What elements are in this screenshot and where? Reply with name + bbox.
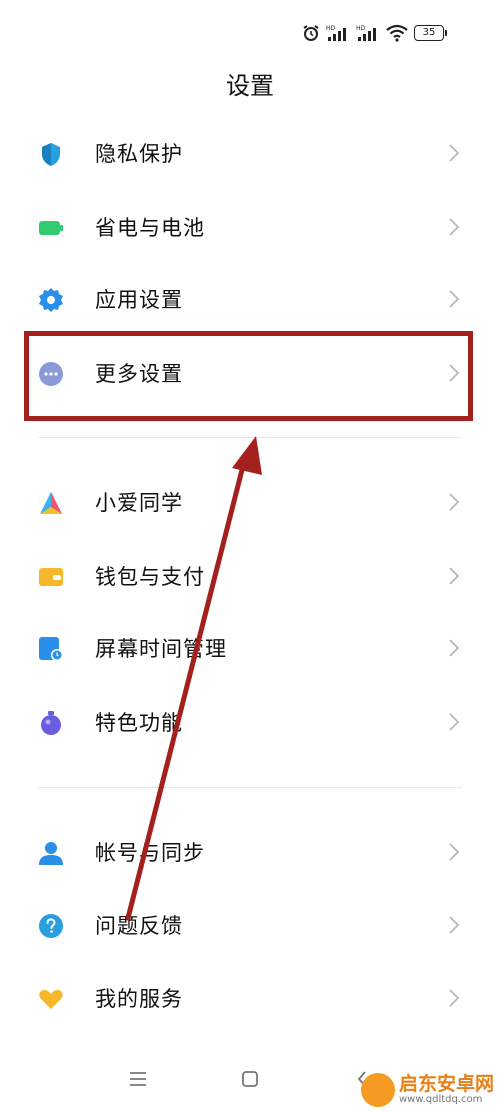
watermark: 启东安卓网 www.qdltdq.com <box>360 1073 494 1107</box>
features-icon <box>41 711 61 735</box>
highlight-annotation-box <box>24 331 473 421</box>
settings-item-label: 问题反馈 <box>95 914 183 938</box>
settings-item-privacy[interactable]: 隐私保护 <box>0 116 500 190</box>
svg-text:HD: HD <box>326 25 336 32</box>
status-icons: HD HD 35 <box>302 24 447 42</box>
settings-item-app-settings[interactable]: 应用设置 <box>0 262 500 336</box>
alarm-icon <box>303 25 319 41</box>
settings-item-features[interactable]: 特色功能 <box>0 685 500 759</box>
menu-nav-icon[interactable] <box>128 1070 148 1088</box>
settings-item-my-services[interactable]: 我的服务 <box>0 961 500 1035</box>
page-title: 设置 <box>226 72 274 100</box>
signal-sim1-icon: HD <box>326 25 346 41</box>
watermark-logo-icon <box>360 1073 395 1107</box>
chevron-right-icon <box>449 493 460 511</box>
chevron-right-icon <box>449 290 460 308</box>
chevron-right-icon <box>449 989 460 1007</box>
settings-item-label: 省电与电池 <box>95 216 205 240</box>
settings-item-label: 小爱同学 <box>95 491 183 515</box>
section-divider <box>38 787 462 788</box>
chevron-right-icon <box>449 144 460 162</box>
wallet-icon <box>39 568 63 586</box>
settings-item-screen-time[interactable]: 屏幕时间管理 <box>0 611 500 685</box>
chevron-right-icon <box>449 639 460 657</box>
settings-item-feedback[interactable]: 问题反馈 <box>0 888 500 962</box>
chevron-right-icon <box>449 567 460 585</box>
svg-text:HD: HD <box>356 25 366 32</box>
signal-sim2-icon: HD <box>356 25 376 41</box>
settings-item-label: 特色功能 <box>95 711 183 735</box>
account-icon <box>39 842 63 865</box>
privacy-shield-icon <box>42 143 60 166</box>
battery-icon <box>39 221 63 235</box>
screen-time-icon <box>39 637 63 661</box>
settings-item-label: 帐号与同步 <box>95 841 205 865</box>
settings-item-label: 钱包与支付 <box>95 565 205 589</box>
home-nav-icon[interactable] <box>241 1070 259 1088</box>
xiaoai-icon <box>40 492 62 514</box>
settings-item-label: 隐私保护 <box>95 142 183 166</box>
wifi-icon <box>386 24 408 42</box>
status-bar: HD HD 35 <box>0 0 500 60</box>
section-divider <box>38 437 462 438</box>
battery-indicator: 35 <box>414 25 447 41</box>
settings-item-label: 应用设置 <box>95 288 183 312</box>
settings-item-label: 我的服务 <box>95 987 183 1011</box>
watermark-url: www.qdltdq.com <box>398 1094 483 1105</box>
app-settings-gear-icon <box>39 288 63 312</box>
heart-service-icon <box>39 990 63 1009</box>
settings-item-account-sync[interactable]: 帐号与同步 <box>0 815 500 889</box>
watermark-title: 启东安卓网 <box>398 1073 494 1095</box>
settings-item-xiaoai[interactable]: 小爱同学 <box>0 465 500 539</box>
chevron-right-icon <box>449 843 460 861</box>
settings-item-battery[interactable]: 省电与电池 <box>0 190 500 264</box>
chevron-right-icon <box>449 713 460 731</box>
settings-item-wallet[interactable]: 钱包与支付 <box>0 539 500 613</box>
settings-item-label: 屏幕时间管理 <box>95 637 227 661</box>
chevron-right-icon <box>449 916 460 934</box>
feedback-question-icon <box>39 914 63 938</box>
chevron-right-icon <box>449 218 460 236</box>
